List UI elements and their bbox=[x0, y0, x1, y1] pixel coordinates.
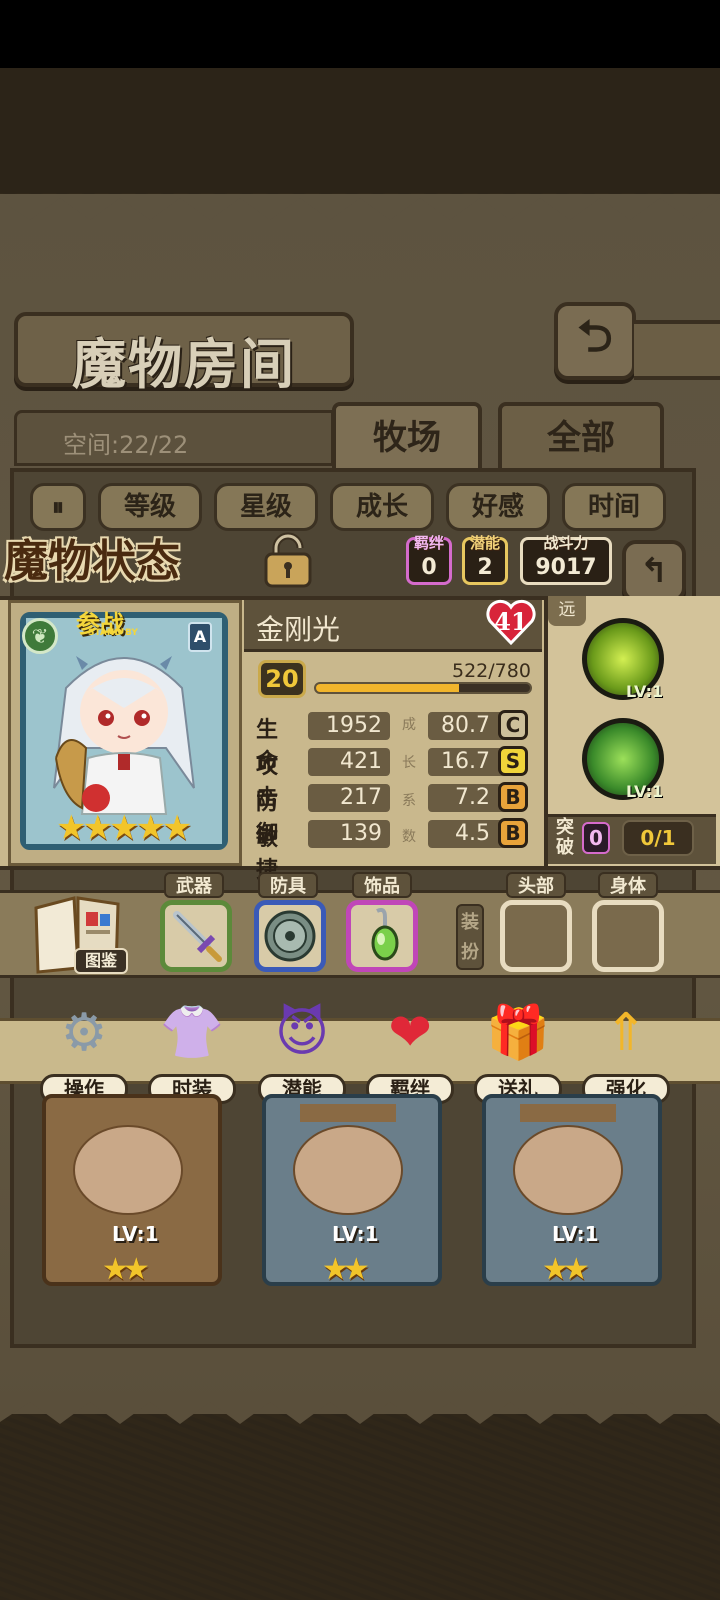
body-slot[interactable] bbox=[592, 900, 664, 972]
weapon-label: 武器 bbox=[164, 872, 224, 898]
tab-all[interactable]: 全部 bbox=[498, 402, 664, 472]
status-back-button[interactable]: ↰ bbox=[622, 540, 686, 602]
tab-ranch[interactable]: 牧场 bbox=[332, 402, 482, 472]
bond-button[interactable]: ❤ 羁绊 bbox=[362, 996, 458, 1106]
head-label: 头部 bbox=[506, 872, 566, 898]
operate-button[interactable]: ⚙ 操作 bbox=[36, 996, 132, 1106]
book-label: 图鉴 bbox=[74, 948, 128, 974]
attr-value: 139 bbox=[308, 820, 390, 848]
monster-list-stars: ★★ bbox=[322, 1252, 370, 1287]
accessory-slot[interactable] bbox=[346, 900, 418, 972]
monster-list-stars: ★★ bbox=[542, 1252, 590, 1287]
upgrade-arrows-icon: ⇑ bbox=[604, 1003, 648, 1063]
accessory-label: 饰品 bbox=[352, 872, 412, 898]
bond-label: 羁绊 bbox=[413, 534, 444, 552]
grade-b: B bbox=[498, 782, 528, 812]
sort-level-button[interactable]: 等级 bbox=[98, 483, 202, 531]
monster-level: 20 bbox=[258, 660, 306, 698]
potential-value: 2 bbox=[477, 555, 493, 580]
pendant-icon bbox=[371, 907, 399, 961]
breakthrough-count: 0 bbox=[582, 822, 610, 854]
grade-b: B bbox=[498, 818, 528, 848]
costume-icon: 👚 bbox=[159, 1003, 225, 1063]
sort-star-button[interactable]: 星级 bbox=[214, 483, 318, 531]
xp-text: 522/780 bbox=[452, 660, 531, 682]
growth-label-char: 长 bbox=[402, 755, 416, 771]
upgrade-button[interactable]: ⇑ 强化 bbox=[578, 996, 674, 1106]
sort-affection-button[interactable]: 好感 bbox=[446, 483, 550, 531]
room-title: 魔物房间 bbox=[72, 332, 296, 396]
potential-box[interactable]: 潜能 2 bbox=[462, 534, 508, 585]
space-bar: 空间:22/22 bbox=[14, 410, 334, 466]
lock-icon[interactable] bbox=[258, 532, 318, 588]
grade-c: C bbox=[498, 710, 528, 740]
costume-button[interactable]: 👚 时装 bbox=[144, 996, 240, 1106]
breakthrough-progress[interactable]: 0/1 bbox=[622, 820, 694, 856]
weapon-slot[interactable] bbox=[160, 900, 232, 972]
monster-list-stars: ★★ bbox=[102, 1252, 150, 1287]
growth-label-char: 系 bbox=[402, 793, 416, 809]
sword-icon bbox=[173, 911, 222, 962]
hearts-icon: ❤ bbox=[388, 1003, 432, 1063]
power-box: 战斗力 9017 bbox=[520, 534, 612, 585]
gift-button[interactable]: 🎁 送礼 bbox=[470, 996, 566, 1106]
skill-level: LV:1 bbox=[626, 782, 664, 801]
bond-box[interactable]: 羁绊 0 bbox=[406, 534, 452, 585]
growth-label-char: 数 bbox=[402, 829, 416, 845]
attr-value: 421 bbox=[308, 748, 390, 776]
monster-list-level: LV:1 bbox=[332, 1222, 379, 1246]
sort-toggle-button[interactable]: ⏸ bbox=[30, 483, 86, 531]
demon-icon: 😈 bbox=[274, 1003, 330, 1063]
grade-s: S bbox=[498, 746, 528, 776]
head-slot[interactable] bbox=[500, 900, 572, 972]
sort-row: ⏸ 等级 星级 成长 好感 时间 bbox=[0, 483, 720, 531]
armor-label: 防具 bbox=[258, 872, 318, 898]
skill-level: LV:1 bbox=[626, 682, 664, 701]
top-torn-edge bbox=[0, 198, 720, 230]
sort-growth-button[interactable]: 成长 bbox=[330, 483, 434, 531]
bond-value: 0 bbox=[421, 555, 437, 580]
room-title-plate: 魔物房间 bbox=[14, 312, 354, 396]
return-arrow-icon: ↰ bbox=[639, 551, 669, 591]
attr-value: 1952 bbox=[308, 712, 390, 740]
xp-fill bbox=[316, 684, 460, 692]
range-tag: 远 bbox=[548, 596, 586, 626]
shield-icon bbox=[264, 910, 316, 962]
monster-name: 金刚光 bbox=[256, 613, 341, 646]
top-dim-band bbox=[0, 68, 720, 193]
monster-stars: ★★★★★ bbox=[56, 808, 192, 848]
xp-bar bbox=[314, 682, 532, 694]
standby-sub-label: STAND BY bbox=[88, 628, 138, 638]
grade-badge: A bbox=[188, 622, 212, 652]
power-value: 9017 bbox=[535, 555, 597, 580]
space-label: 空间:22/22 bbox=[63, 431, 189, 459]
breakthrough-label: 突破 bbox=[556, 817, 574, 858]
attr-value: 217 bbox=[308, 784, 390, 812]
gear-icon: ⚙ bbox=[60, 1003, 108, 1063]
monster-list-level: LV:1 bbox=[552, 1222, 599, 1246]
armor-slot[interactable] bbox=[254, 900, 326, 972]
back-arrow-icon: ⮌ bbox=[577, 310, 613, 362]
gift-icon: 🎁 bbox=[485, 1003, 551, 1063]
status-title: 魔物状态 bbox=[4, 536, 180, 587]
potential-label: 潜能 bbox=[469, 534, 500, 552]
leaf-type-icon: ❦ bbox=[22, 618, 58, 654]
monster-list-level: LV:1 bbox=[112, 1222, 159, 1246]
body-label: 身体 bbox=[598, 872, 658, 898]
power-label: 战斗力 bbox=[543, 534, 589, 552]
affection-heart[interactable]: 41 bbox=[484, 597, 538, 647]
potential-button[interactable]: 😈 潜能 bbox=[254, 996, 350, 1106]
affection-value: 41 bbox=[494, 607, 528, 636]
bottom-torn-edge bbox=[0, 1392, 720, 1424]
growth-label-char: 成 bbox=[402, 717, 416, 733]
sort-time-button[interactable]: 时间 bbox=[562, 483, 666, 531]
dress-up-label: 装扮 bbox=[456, 904, 484, 970]
header-right-bar bbox=[634, 320, 720, 380]
monster-list-sprites bbox=[73, 1104, 623, 1215]
room-back-button[interactable]: ⮌ bbox=[554, 302, 636, 380]
